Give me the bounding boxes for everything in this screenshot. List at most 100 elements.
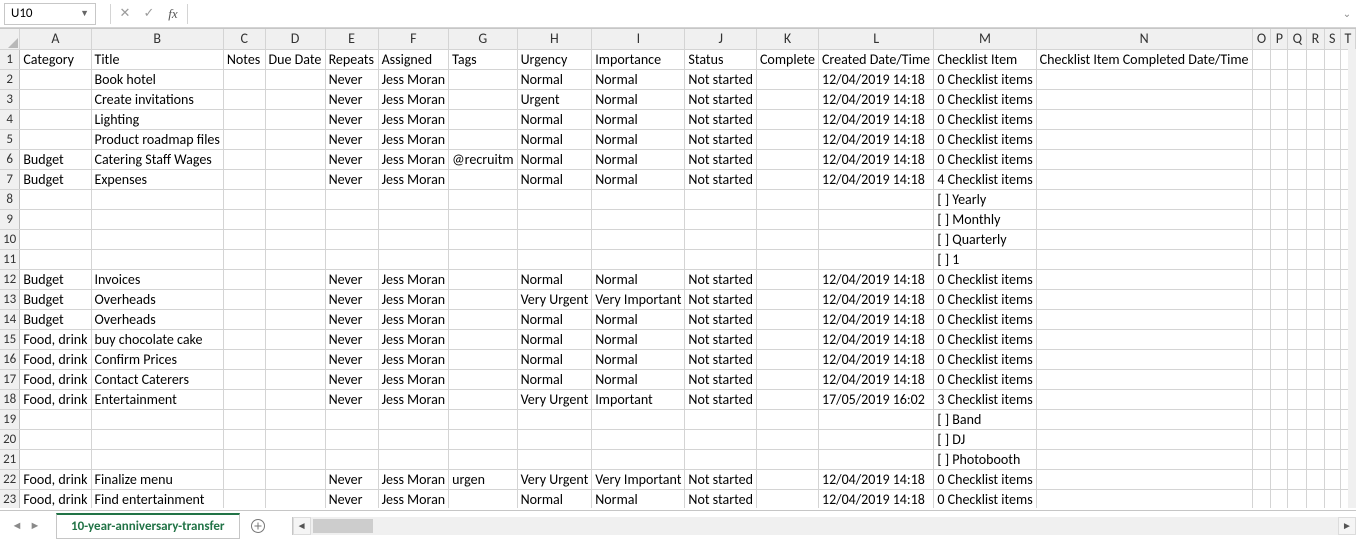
cell[interactable] (223, 329, 265, 349)
cell[interactable]: Normal (592, 169, 685, 189)
cell[interactable] (756, 409, 818, 429)
cell[interactable] (685, 189, 757, 209)
cell[interactable]: 0 Checklist items (934, 329, 1036, 349)
cell[interactable]: Normal (592, 89, 685, 109)
cell[interactable] (1271, 209, 1288, 229)
row-header[interactable]: 7 (0, 169, 20, 189)
cell[interactable] (756, 229, 818, 249)
column-header-N[interactable]: N (1036, 29, 1252, 49)
cell[interactable]: 0 Checklist items (934, 109, 1036, 129)
row-header[interactable]: 2 (0, 69, 20, 89)
insert-function-button[interactable]: fx (161, 3, 185, 25)
cell[interactable]: 12/04/2019 14:18 (818, 169, 933, 189)
cell[interactable] (756, 109, 818, 129)
cell[interactable] (1252, 109, 1271, 129)
cell[interactable] (1288, 209, 1307, 229)
cell[interactable] (1288, 149, 1307, 169)
cell[interactable]: Important (592, 389, 685, 409)
cell[interactable]: Status (685, 49, 757, 69)
cell[interactable] (1324, 309, 1340, 329)
cell[interactable]: Jess Moran (378, 289, 449, 309)
cell[interactable] (1252, 49, 1271, 69)
row-header[interactable]: 23 (0, 489, 20, 508)
grid-scroller[interactable]: ABCDEFGHIJKLMNOPQRST1CategoryTitleNotesD… (0, 29, 1356, 508)
cell[interactable]: Not started (685, 69, 757, 89)
cell[interactable]: Never (325, 169, 378, 189)
cell[interactable] (1252, 349, 1271, 369)
cell[interactable] (223, 469, 265, 489)
cell[interactable]: Never (325, 269, 378, 289)
cell[interactable] (378, 449, 449, 469)
cell[interactable]: Very Important (592, 289, 685, 309)
cell[interactable]: 0 Checklist items (934, 369, 1036, 389)
cell[interactable]: Food, drink (20, 369, 91, 389)
cell[interactable]: Budget (20, 289, 91, 309)
cell[interactable] (378, 229, 449, 249)
cell[interactable] (1036, 389, 1252, 409)
cell[interactable] (449, 349, 517, 369)
cell[interactable] (20, 209, 91, 229)
column-header-A[interactable]: A (20, 29, 91, 49)
cell[interactable] (223, 309, 265, 329)
cell[interactable]: Category (20, 49, 91, 69)
cell[interactable] (1288, 69, 1307, 89)
cell[interactable]: Normal (592, 349, 685, 369)
cell[interactable] (20, 249, 91, 269)
cell[interactable] (1271, 69, 1288, 89)
cell[interactable]: 0 Checklist items (934, 349, 1036, 369)
cell[interactable] (756, 469, 818, 489)
cell[interactable]: Jess Moran (378, 169, 449, 189)
cell[interactable]: Jess Moran (378, 489, 449, 508)
cell[interactable] (449, 389, 517, 409)
cell[interactable]: Very Important (592, 469, 685, 489)
cell[interactable]: Jess Moran (378, 129, 449, 149)
cell[interactable]: Food, drink (20, 489, 91, 508)
cell[interactable] (1288, 449, 1307, 469)
row-header[interactable]: 17 (0, 369, 20, 389)
cell[interactable] (1271, 109, 1288, 129)
cell[interactable] (1252, 229, 1271, 249)
cell[interactable]: 0 Checklist items (934, 289, 1036, 309)
cell[interactable]: 0 Checklist items (934, 309, 1036, 329)
cell[interactable] (325, 209, 378, 229)
column-header-Q[interactable]: Q (1288, 29, 1307, 49)
cell[interactable] (223, 229, 265, 249)
column-header-M[interactable]: M (934, 29, 1036, 49)
cell[interactable] (756, 129, 818, 149)
cell[interactable]: Not started (685, 349, 757, 369)
cell[interactable]: Not started (685, 289, 757, 309)
cell[interactable] (818, 429, 933, 449)
cell[interactable]: 12/04/2019 14:18 (818, 129, 933, 149)
cell[interactable] (265, 269, 325, 289)
cell[interactable] (685, 409, 757, 429)
cell[interactable]: Never (325, 69, 378, 89)
cell[interactable] (1307, 469, 1324, 489)
cell[interactable]: Not started (685, 489, 757, 508)
cell[interactable] (1036, 89, 1252, 109)
cell[interactable] (378, 209, 449, 229)
cell[interactable]: Normal (517, 129, 592, 149)
cell[interactable]: [ ] Photobooth (934, 449, 1036, 469)
cell[interactable] (685, 209, 757, 229)
cell[interactable] (685, 249, 757, 269)
cell[interactable] (1036, 209, 1252, 229)
cell[interactable]: Budget (20, 169, 91, 189)
cell[interactable] (265, 69, 325, 89)
cell[interactable]: Jess Moran (378, 149, 449, 169)
cell[interactable]: 12/04/2019 14:18 (818, 469, 933, 489)
cell[interactable] (1252, 289, 1271, 309)
cell[interactable] (449, 269, 517, 289)
cell[interactable] (1307, 329, 1324, 349)
cell[interactable]: 17/05/2019 16:02 (818, 389, 933, 409)
cell[interactable] (1271, 89, 1288, 109)
cell[interactable]: Entertainment (91, 389, 223, 409)
column-header-E[interactable]: E (325, 29, 378, 49)
cell[interactable] (20, 189, 91, 209)
cell[interactable] (1271, 449, 1288, 469)
column-header-H[interactable]: H (517, 29, 592, 49)
cell[interactable]: Jess Moran (378, 469, 449, 489)
cell[interactable]: 12/04/2019 14:18 (818, 369, 933, 389)
cell[interactable] (1252, 489, 1271, 508)
cell[interactable]: Normal (517, 309, 592, 329)
cell[interactable] (1307, 249, 1324, 269)
